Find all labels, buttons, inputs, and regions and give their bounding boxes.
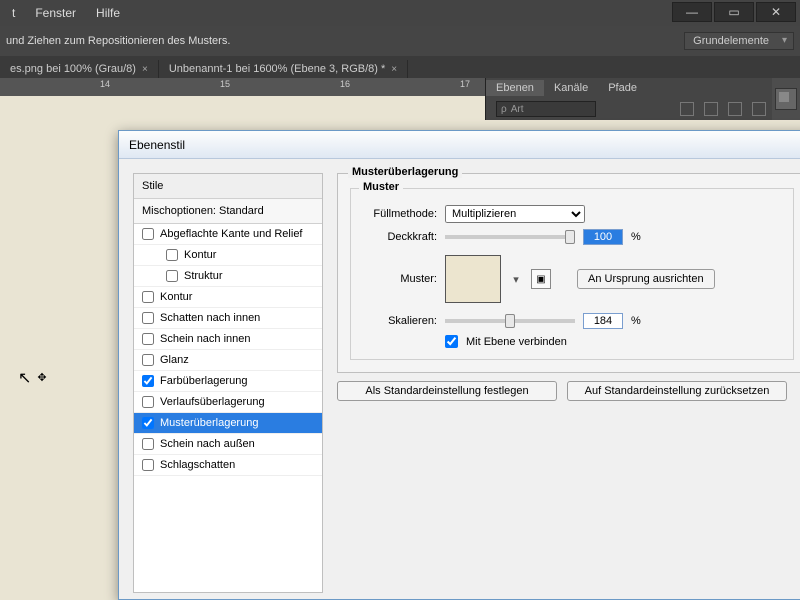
style-inner-shadow-checkbox[interactable]	[142, 312, 154, 324]
style-inner-glow[interactable]: Schein nach innen	[134, 329, 322, 350]
filter-shape-icon[interactable]	[752, 102, 766, 116]
style-inner-shadow[interactable]: Schatten nach innen	[134, 308, 322, 329]
close-icon[interactable]: ×	[142, 64, 148, 75]
layer-style-dialog: Ebenenstil Stile Mischoptionen: Standard…	[118, 130, 800, 600]
percent-label: %	[631, 315, 641, 327]
style-label: Verlaufsüberlagerung	[160, 396, 265, 408]
style-outer-glow-checkbox[interactable]	[142, 438, 154, 450]
horizontal-ruler: 14 15 16 17	[0, 78, 485, 96]
window-maximize-button[interactable]: ▭	[714, 2, 754, 22]
style-list: Stile Mischoptionen: Standard Abgeflacht…	[133, 173, 323, 593]
dialog-title: Ebenenstil	[119, 131, 800, 159]
style-satin-checkbox[interactable]	[142, 354, 154, 366]
layer-filter-input[interactable]: ρ Art	[496, 101, 596, 117]
style-pattern-overlay-checkbox[interactable]	[142, 417, 154, 429]
pattern-swatch[interactable]	[445, 255, 501, 303]
style-satin[interactable]: Glanz	[134, 350, 322, 371]
scale-input[interactable]	[583, 313, 623, 329]
workspace-switcher[interactable]: Grundelemente	[684, 32, 794, 50]
tab-label: es.png bei 100% (Grau/8)	[10, 63, 136, 75]
filter-adjust-icon[interactable]	[704, 102, 718, 116]
filter-type-icon[interactable]	[728, 102, 742, 116]
link-with-layer-checkbox[interactable]	[445, 335, 458, 348]
style-drop-shadow[interactable]: Schlagschatten	[134, 455, 322, 476]
panel-tab-channels[interactable]: Kanäle	[544, 80, 598, 96]
style-label: Schein nach außen	[160, 438, 255, 450]
style-label: Farbüberlagerung	[160, 375, 247, 387]
style-outer-glow[interactable]: Schein nach außen	[134, 434, 322, 455]
blend-options-row[interactable]: Mischoptionen: Standard	[134, 199, 322, 224]
options-bar: und Ziehen zum Repositionieren des Muste…	[0, 26, 800, 56]
opacity-label: Deckkraft:	[363, 231, 437, 243]
filter-pixel-icon[interactable]	[680, 102, 694, 116]
style-label: Musterüberlagerung	[160, 417, 258, 429]
document-tabstrip: es.png bei 100% (Grau/8) × Unbenannt-1 b…	[0, 56, 800, 78]
ruler-tick-label: 14	[100, 79, 110, 89]
blend-mode-select[interactable]: Multiplizieren	[445, 205, 585, 223]
style-label: Schein nach innen	[160, 333, 251, 345]
set-default-button[interactable]: Als Standardeinstellung festlegen	[337, 381, 557, 401]
snap-to-origin-button[interactable]: An Ursprung ausrichten	[577, 269, 715, 289]
tab-label: Unbenannt-1 bei 1600% (Ebene 3, RGB/8) *	[169, 63, 385, 75]
style-label: Schatten nach innen	[160, 312, 260, 324]
panel-tab-paths[interactable]: Pfade	[598, 80, 647, 96]
style-label: Kontur	[184, 249, 216, 261]
style-gradient-overlay-checkbox[interactable]	[142, 396, 154, 408]
style-contour-checkbox[interactable]	[166, 249, 178, 261]
inner-legend: Muster	[359, 181, 403, 193]
style-bevel-texture[interactable]: Struktur	[134, 266, 322, 287]
hint-text: und Ziehen zum Repositionieren des Muste…	[6, 35, 230, 47]
style-stroke[interactable]: Kontur	[134, 287, 322, 308]
collapsed-panel-icon[interactable]	[772, 78, 800, 120]
style-bevel-checkbox[interactable]	[142, 228, 154, 240]
move-cursor-icon: ↖✥	[18, 368, 41, 388]
style-bevel[interactable]: Abgeflachte Kante und Relief	[134, 224, 322, 245]
pattern-overlay-group: Musterüberlagerung Muster Füllmethode: M…	[337, 173, 800, 373]
style-label: Abgeflachte Kante und Relief	[160, 228, 303, 240]
window-close-button[interactable]: ✕	[756, 2, 796, 22]
new-preset-icon[interactable]: ▣	[531, 269, 551, 289]
ruler-tick-label: 15	[220, 79, 230, 89]
group-legend: Musterüberlagerung	[348, 166, 462, 178]
style-gradient-overlay[interactable]: Verlaufsüberlagerung	[134, 392, 322, 413]
style-label: Struktur	[184, 270, 223, 282]
style-inner-glow-checkbox[interactable]	[142, 333, 154, 345]
window-minimize-button[interactable]: —	[672, 2, 712, 22]
menu-help[interactable]: Hilfe	[88, 2, 128, 24]
opacity-slider[interactable]	[445, 235, 575, 239]
panels-dock: Ebenen Kanäle Pfade ▸▮ ρ Art	[485, 78, 800, 120]
style-drop-shadow-checkbox[interactable]	[142, 459, 154, 471]
style-pattern-overlay[interactable]: Musterüberlagerung	[134, 413, 322, 434]
style-stroke-checkbox[interactable]	[142, 291, 154, 303]
ruler-tick-label: 17	[460, 79, 470, 89]
scale-slider[interactable]	[445, 319, 575, 323]
style-label: Kontur	[160, 291, 192, 303]
opacity-input[interactable]	[583, 229, 623, 245]
style-bevel-contour[interactable]: Kontur	[134, 245, 322, 266]
style-color-overlay[interactable]: Farbüberlagerung	[134, 371, 322, 392]
search-icon: ρ	[501, 104, 507, 115]
layer-filter-value: Art	[511, 104, 524, 115]
menu-window[interactable]: Fenster	[27, 2, 84, 24]
panel-tab-layers[interactable]: Ebenen	[486, 80, 544, 96]
document-tab-1[interactable]: es.png bei 100% (Grau/8) ×	[0, 60, 159, 78]
app-menubar: t Fenster Hilfe — ▭ ✕	[0, 0, 800, 26]
ruler-tick-label: 16	[340, 79, 350, 89]
style-color-overlay-checkbox[interactable]	[142, 375, 154, 387]
style-texture-checkbox[interactable]	[166, 270, 178, 282]
pattern-label: Muster:	[363, 273, 437, 285]
style-list-header: Stile	[134, 174, 322, 199]
menu-cut[interactable]: t	[4, 2, 23, 24]
style-label: Schlagschatten	[160, 459, 235, 471]
scale-label: Skalieren:	[363, 315, 437, 327]
chevron-down-icon[interactable]: ▾	[509, 255, 523, 303]
blend-mode-label: Füllmethode:	[363, 208, 437, 220]
link-with-layer-label: Mit Ebene verbinden	[466, 336, 567, 348]
reset-default-button[interactable]: Auf Standardeinstellung zurücksetzen	[567, 381, 787, 401]
percent-label: %	[631, 231, 641, 243]
style-label: Glanz	[160, 354, 189, 366]
document-tab-2[interactable]: Unbenannt-1 bei 1600% (Ebene 3, RGB/8) *…	[159, 60, 408, 78]
close-icon[interactable]: ×	[391, 64, 397, 75]
